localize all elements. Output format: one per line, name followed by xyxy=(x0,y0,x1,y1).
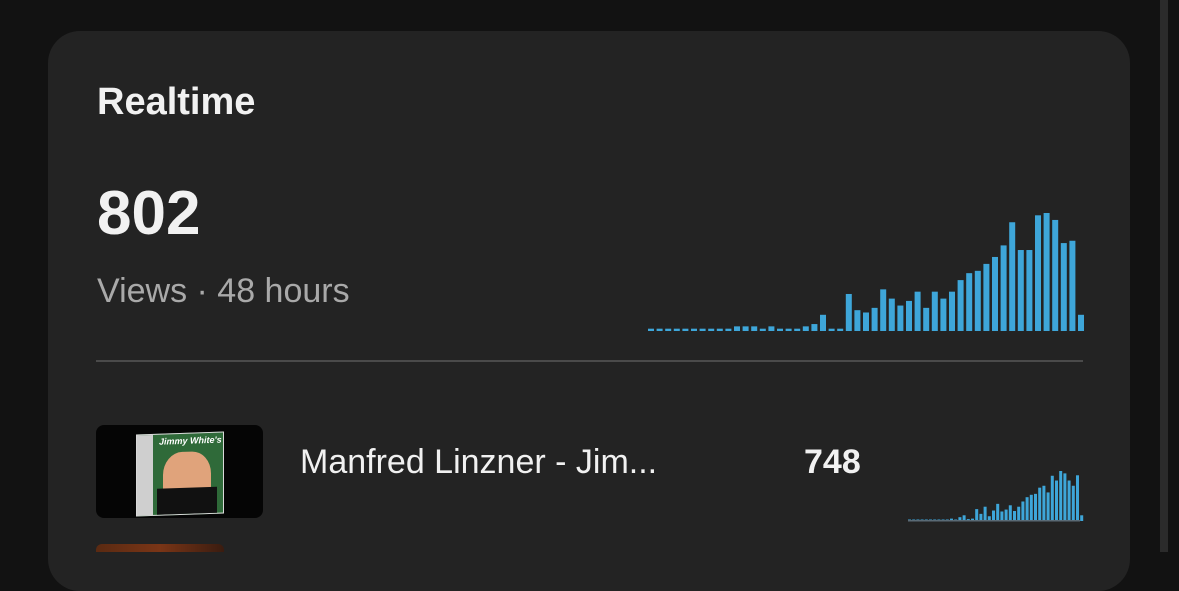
realtime-bar xyxy=(897,305,904,331)
realtime-bar xyxy=(914,291,921,331)
realtime-bar xyxy=(888,298,895,331)
realtime-bar xyxy=(759,328,766,331)
video-title[interactable]: Manfred Linzner - Jim... xyxy=(300,443,657,482)
realtime-bar xyxy=(1069,240,1076,331)
realtime-bar xyxy=(992,256,998,331)
realtime-bar xyxy=(1060,243,1067,331)
video-realtime-bar xyxy=(996,503,1000,521)
video-realtime-bar xyxy=(1029,494,1033,521)
realtime-bar xyxy=(691,328,697,331)
realtime-bar xyxy=(777,328,783,331)
realtime-bar xyxy=(656,328,663,331)
realtime-bar xyxy=(871,307,878,331)
video-realtime-bar xyxy=(1071,485,1075,521)
realtime-bar xyxy=(949,291,955,331)
video-realtime-bar xyxy=(983,506,987,521)
realtime-bar xyxy=(742,326,749,331)
video-realtime-bar xyxy=(1050,475,1054,521)
realtime-bar xyxy=(1009,222,1016,331)
realtime-bar xyxy=(716,328,723,331)
realtime-bar xyxy=(1052,219,1059,331)
realtime-bar xyxy=(880,289,887,331)
scrollbar[interactable] xyxy=(1160,0,1168,552)
box-tuxedo xyxy=(157,486,217,515)
realtime-bar xyxy=(845,293,852,331)
realtime-bar xyxy=(1043,213,1050,331)
video-realtime-bar xyxy=(992,510,995,521)
realtime-bar xyxy=(854,310,861,331)
video-realtime-bar xyxy=(1038,487,1042,521)
realtime-bar xyxy=(811,324,818,331)
video-realtime-bar xyxy=(1000,511,1004,521)
realtime-bar xyxy=(665,328,672,331)
video-realtime-bar xyxy=(1025,497,1029,521)
realtime-bar xyxy=(794,328,801,331)
views-subtitle: Views · 48 hours xyxy=(97,272,350,310)
divider xyxy=(96,360,1083,362)
next-video-thumbnail[interactable] xyxy=(96,544,224,552)
realtime-bar xyxy=(828,328,835,331)
video-realtime-bar xyxy=(1004,509,1008,521)
realtime-bar xyxy=(1026,250,1033,331)
video-realtime-bar xyxy=(1076,475,1079,521)
realtime-bar xyxy=(966,273,973,331)
realtime-bar xyxy=(1017,250,1024,331)
realtime-bar xyxy=(768,326,775,331)
game-box-art: Jimmy White's xyxy=(136,431,224,517)
realtime-bar xyxy=(682,328,689,331)
video-thumbnail[interactable]: Jimmy White's xyxy=(96,425,263,518)
realtime-card: Realtime 802 Views · 48 hours Jimmy Whit… xyxy=(48,31,1130,591)
realtime-bar xyxy=(734,326,740,331)
realtime-views-chart xyxy=(648,213,1084,331)
realtime-bar xyxy=(940,298,947,331)
realtime-bar xyxy=(983,263,990,331)
card-title: Realtime xyxy=(97,81,256,123)
realtime-bar xyxy=(820,314,826,331)
realtime-bar xyxy=(699,328,706,331)
video-realtime-bar xyxy=(1013,511,1016,521)
video-realtime-chart xyxy=(908,471,1084,522)
realtime-bar xyxy=(785,328,792,331)
realtime-bar xyxy=(906,300,912,331)
video-realtime-bar xyxy=(1067,480,1071,521)
realtime-bar xyxy=(802,326,809,331)
video-realtime-bar xyxy=(975,509,979,521)
realtime-bar xyxy=(1000,245,1007,331)
realtime-bar xyxy=(673,328,680,331)
video-realtime-bar xyxy=(1021,501,1025,521)
realtime-bar xyxy=(1078,314,1084,331)
realtime-bar xyxy=(648,328,654,331)
realtime-bar xyxy=(931,291,938,331)
realtime-bar xyxy=(708,328,715,331)
video-row[interactable]: Jimmy White's Manfred Linzner - Jim... 7… xyxy=(48,421,1130,522)
video-realtime-bar xyxy=(1046,492,1050,521)
box-title: Jimmy White's xyxy=(159,434,222,447)
video-realtime-bar xyxy=(1063,473,1067,521)
video-realtime-bar xyxy=(1042,485,1046,521)
video-realtime-bar xyxy=(1008,505,1012,521)
video-realtime-bar xyxy=(1017,506,1021,521)
realtime-bar xyxy=(957,280,964,331)
video-view-count: 748 xyxy=(804,443,861,481)
realtime-bar xyxy=(1035,215,1041,331)
realtime-bar xyxy=(923,307,930,331)
chart-baseline xyxy=(908,520,1080,522)
views-count: 802 xyxy=(97,179,201,248)
box-spine xyxy=(137,434,153,516)
video-realtime-bar xyxy=(1080,515,1084,521)
video-realtime-bar xyxy=(1055,480,1058,521)
video-realtime-bar xyxy=(1034,493,1037,521)
realtime-bar xyxy=(751,326,758,331)
realtime-bar xyxy=(725,328,732,331)
realtime-bar xyxy=(974,270,981,331)
video-realtime-bar xyxy=(979,513,983,521)
realtime-bar xyxy=(863,312,869,331)
video-realtime-bar xyxy=(1059,471,1063,521)
realtime-bar xyxy=(837,328,844,331)
